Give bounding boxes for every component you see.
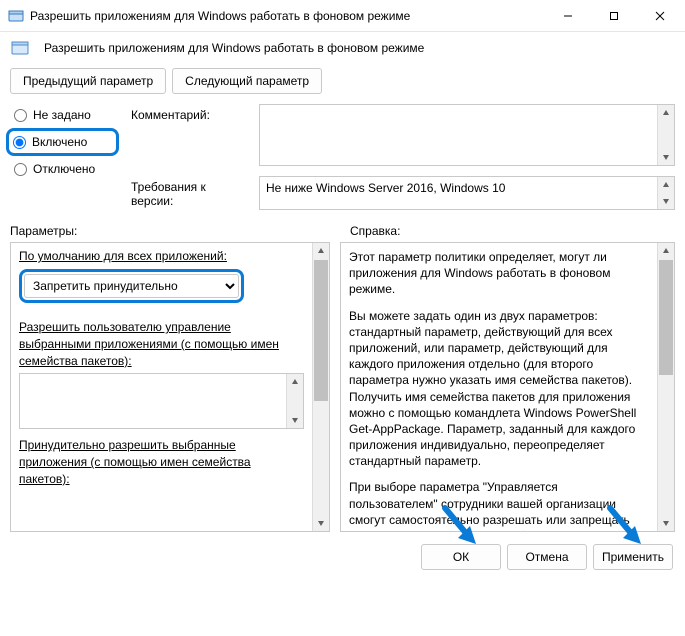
cancel-button[interactable]: Отмена xyxy=(507,544,587,570)
scrollbar-thumb[interactable] xyxy=(314,260,328,401)
footer: ОК Отмена Применить xyxy=(0,532,685,582)
prev-setting-button[interactable]: Предыдущий параметр xyxy=(10,68,166,94)
state-radios: Не задано Включено Отключено xyxy=(10,104,115,210)
scroll-up-icon[interactable] xyxy=(658,177,674,193)
help-paragraph: Вы можете задать один из двух параметров… xyxy=(349,308,649,470)
requirements-box: Не ниже Windows Server 2016, Windows 10 xyxy=(259,176,675,210)
titlebar: Разрешить приложениям для Windows работа… xyxy=(0,0,685,32)
requirements-value: Не ниже Windows Server 2016, Windows 10 xyxy=(260,177,657,209)
window-icon xyxy=(8,8,24,24)
scroll-up-icon[interactable] xyxy=(313,243,329,259)
scroll-up-icon[interactable] xyxy=(658,105,674,121)
scroll-down-icon[interactable] xyxy=(313,515,329,531)
scroll-down-icon[interactable] xyxy=(658,149,674,165)
subheader-title: Разрешить приложениям для Windows работа… xyxy=(44,41,424,55)
window-title: Разрешить приложениям для Windows работа… xyxy=(30,9,545,23)
scrollbar-thumb[interactable] xyxy=(659,260,673,375)
default-apps-highlight: Запретить принудительно xyxy=(19,269,244,303)
default-apps-select[interactable]: Запретить принудительно xyxy=(24,274,239,298)
user-control-label: Разрешить пользователю управление выбран… xyxy=(19,319,304,369)
help-panel-scrollbar[interactable] xyxy=(657,243,674,531)
comment-field-wrap xyxy=(259,104,675,166)
comment-scrollbar[interactable] xyxy=(657,105,674,165)
close-button[interactable] xyxy=(637,0,683,31)
radio-enabled[interactable]: Включено xyxy=(6,128,119,156)
minimize-button[interactable] xyxy=(545,0,591,31)
requirements-scrollbar[interactable] xyxy=(657,177,674,209)
radio-disabled-label: Отключено xyxy=(33,162,95,176)
radio-not-configured-label: Не задано xyxy=(33,108,91,122)
ok-button[interactable]: ОК xyxy=(421,544,501,570)
options-section-label: Параметры: xyxy=(10,224,340,238)
help-paragraph: Этот параметр политики определяет, могут… xyxy=(349,249,649,298)
comment-label: Комментарий: xyxy=(131,104,251,122)
policy-icon xyxy=(10,38,30,58)
comment-input[interactable] xyxy=(260,105,657,165)
scroll-up-icon[interactable] xyxy=(287,374,303,390)
requirements-label: Требования к версии: xyxy=(131,176,251,208)
scroll-up-icon[interactable] xyxy=(658,243,674,259)
options-panel: По умолчанию для всех приложений: Запрет… xyxy=(10,242,330,532)
help-section-label: Справка: xyxy=(340,224,675,238)
help-paragraph: При выборе параметра "Управляется пользо… xyxy=(349,479,649,531)
apply-button[interactable]: Применить xyxy=(593,544,673,570)
radio-disabled-input[interactable] xyxy=(14,163,27,176)
scroll-down-icon[interactable] xyxy=(658,193,674,209)
radio-enabled-label: Включено xyxy=(32,135,87,149)
default-apps-label: По умолчанию для всех приложений: xyxy=(19,249,304,263)
user-control-scrollbar[interactable] xyxy=(286,374,303,428)
force-allow-label: Принудительно разрешить выбранные прилож… xyxy=(19,437,304,487)
subheader: Разрешить приложениям для Windows работа… xyxy=(0,32,685,64)
scroll-down-icon[interactable] xyxy=(287,412,303,428)
radio-disabled[interactable]: Отключено xyxy=(10,160,115,178)
radio-enabled-input[interactable] xyxy=(13,136,26,149)
maximize-button[interactable] xyxy=(591,0,637,31)
help-panel: Этот параметр политики определяет, могут… xyxy=(340,242,675,532)
radio-not-configured[interactable]: Не задано xyxy=(10,106,115,124)
user-control-list-body[interactable] xyxy=(20,374,286,428)
options-panel-scrollbar[interactable] xyxy=(312,243,329,531)
next-setting-button[interactable]: Следующий параметр xyxy=(172,68,322,94)
scroll-down-icon[interactable] xyxy=(658,515,674,531)
nav-row: Предыдущий параметр Следующий параметр xyxy=(0,64,685,104)
radio-not-configured-input[interactable] xyxy=(14,109,27,122)
user-control-list xyxy=(19,373,304,429)
